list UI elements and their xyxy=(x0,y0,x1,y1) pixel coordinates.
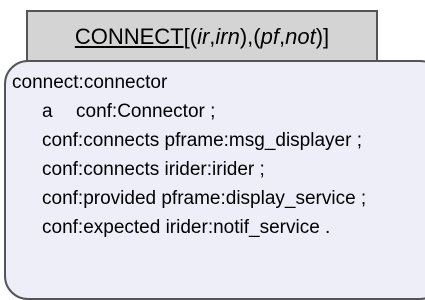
connects-irider-line: conf:connects irider:irider ; xyxy=(42,159,265,180)
param-pf: pf xyxy=(260,24,279,49)
connector-header: CONNECT[(ir, irn),(pf, not)] xyxy=(26,10,378,64)
header-mid: ),( xyxy=(239,24,261,49)
param-ir: ir xyxy=(197,24,210,49)
triple-statements: connect:connector a conf:Connector ; conf… xyxy=(12,68,366,242)
subject-line: connect:connector xyxy=(12,72,168,93)
connects-msg-displayer-line: conf:connects pframe:msg_displayer ; xyxy=(42,130,362,151)
type-keyword: a xyxy=(42,101,53,122)
header-open-bracket: [( xyxy=(183,24,198,49)
expected-notif-service-line: conf:expected irider:notif_service . xyxy=(42,217,331,238)
param-irn: irn xyxy=(215,24,240,49)
type-line: a conf:Connector ; xyxy=(12,97,366,126)
header-close-bracket: )] xyxy=(315,24,330,49)
provided-display-service-line: conf:provided pframe:display_service ; xyxy=(42,188,367,209)
type-value: conf:Connector ; xyxy=(76,101,216,122)
connector-name: CONNECT xyxy=(74,24,184,49)
param-not: not xyxy=(285,24,316,49)
